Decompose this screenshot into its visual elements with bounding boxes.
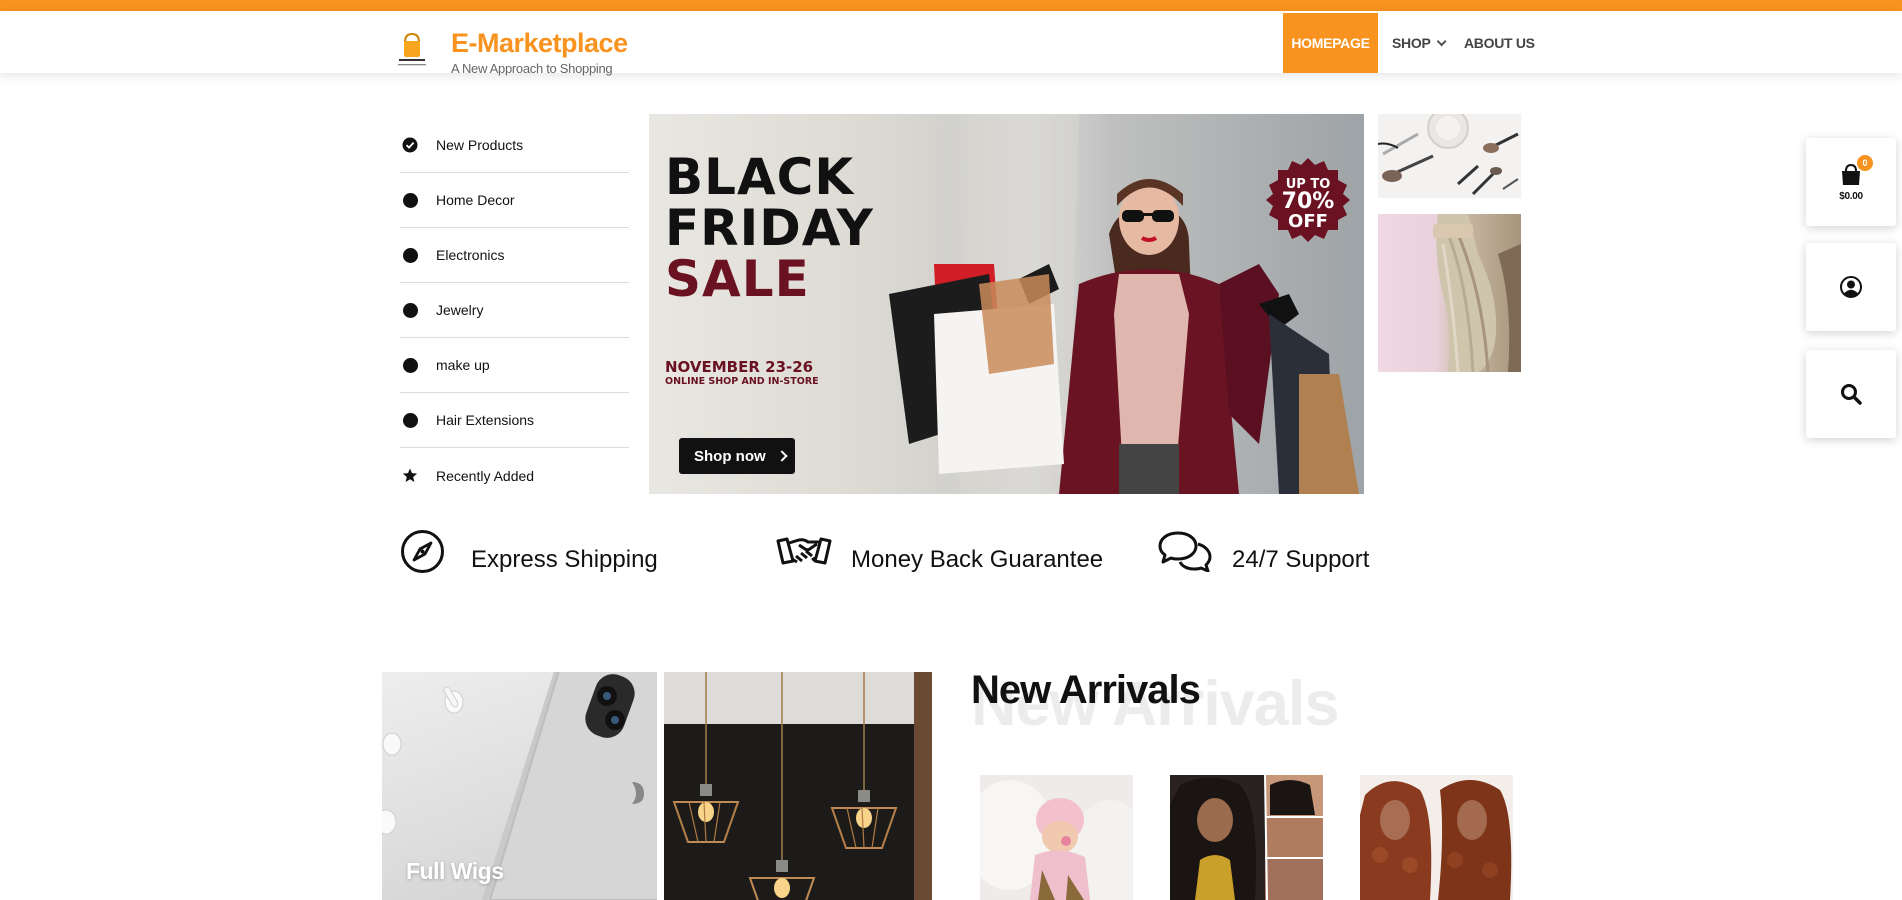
hero-date: NOVEMBER 23-26: [665, 358, 814, 376]
category-home-decor[interactable]: Home Decor: [400, 173, 629, 228]
floating-account-widget[interactable]: [1806, 243, 1896, 331]
product-card-doll[interactable]: [980, 775, 1133, 900]
hair-extension-image: [1433, 214, 1521, 372]
check-circle-icon: [402, 137, 418, 153]
top-accent-bar: [0, 0, 1902, 11]
feature-express-shipping: Express Shipping: [400, 528, 658, 574]
category-recently-added[interactable]: Recently Added: [400, 448, 629, 503]
dot-icon: [402, 247, 418, 263]
category-hair-extensions[interactable]: Hair Extensions: [400, 393, 629, 448]
cart-total: $0.00: [1839, 190, 1863, 202]
feature-label: Money Back Guarantee: [851, 546, 1104, 573]
nav-about-us[interactable]: ABOUT US: [1464, 13, 1535, 73]
brand-name[interactable]: E-Marketplace: [451, 28, 628, 59]
promo-title: Full Wigs: [406, 858, 504, 884]
doll-product-image: [980, 775, 1133, 900]
nav-shop-label: SHOP: [1392, 35, 1431, 51]
category-label: make up: [436, 357, 490, 373]
wig-product-image: [1170, 775, 1323, 900]
shop-now-button[interactable]: Shop now: [679, 438, 795, 474]
category-electronics[interactable]: Electronics: [400, 228, 629, 283]
nav-homepage-label: HOMEPAGE: [1291, 35, 1370, 51]
dot-icon: [402, 357, 418, 373]
side-banner-hair[interactable]: [1378, 214, 1521, 372]
product-card-wig-1[interactable]: [1170, 775, 1323, 900]
hero-line-black: BLACK: [665, 148, 855, 206]
hero-headline: BLACK FRIDAY SALE: [665, 152, 874, 305]
promo-tile-full-wigs[interactable]: Full Wigs: [382, 672, 657, 900]
new-arrivals-title: New Arrivals: [971, 668, 1201, 712]
promo-tile-lighting[interactable]: [664, 672, 932, 900]
feature-label: Express Shipping: [471, 546, 658, 573]
star-icon: [402, 468, 418, 484]
feature-money-back: Money Back Guarantee: [775, 528, 1103, 574]
nav-about-label: ABOUT US: [1464, 35, 1535, 51]
hero-line-friday: FRIDAY: [665, 199, 874, 257]
nav-shop[interactable]: SHOP: [1392, 13, 1448, 73]
category-list: New Products Home Decor Electronics Jewe…: [400, 118, 629, 503]
makeup-tools-image: [1378, 114, 1519, 196]
search-icon: [1841, 384, 1862, 405]
shop-now-label: Shop now: [694, 447, 766, 465]
category-new-products[interactable]: New Products: [400, 118, 629, 173]
product-card-wig-2[interactable]: [1360, 775, 1513, 900]
feature-label: 24/7 Support: [1232, 546, 1370, 573]
category-label: New Products: [436, 137, 524, 153]
user-icon: [1840, 276, 1862, 298]
brand-tagline: A New Approach to Shopping: [451, 61, 613, 76]
hero-subtitle: ONLINE SHOP AND IN-STORE: [665, 376, 819, 387]
dot-icon: [402, 302, 418, 318]
handshake-icon: [776, 537, 832, 565]
side-banner-makeup[interactable]: [1378, 114, 1521, 198]
curly-wig-product-image: [1360, 775, 1513, 900]
compass-icon: [401, 529, 444, 573]
category-make-up[interactable]: make up: [400, 338, 629, 393]
category-label: Home Decor: [436, 192, 515, 208]
category-label: Jewelry: [436, 302, 484, 318]
cart-count-badge: 0: [1857, 155, 1873, 171]
badge-line-off: OFF: [1288, 211, 1328, 232]
discount-badge: UP TO 70% OFF: [1266, 158, 1350, 242]
pendant-lamps-image: [664, 672, 932, 900]
dot-icon: [402, 412, 418, 428]
category-label: Electronics: [436, 247, 505, 263]
category-label: Hair Extensions: [436, 412, 535, 428]
category-label: Recently Added: [436, 467, 535, 484]
floating-search-widget[interactable]: [1806, 350, 1896, 438]
nav-homepage[interactable]: HOMEPAGE: [1283, 13, 1378, 73]
chevron-right-icon: [775, 450, 788, 462]
chat-bubbles-icon: [1158, 531, 1212, 572]
hero-banner[interactable]: BLACK FRIDAY SALE NOVEMBER 23-26 ONLINE …: [649, 114, 1364, 494]
shopping-bag-logo[interactable]: [395, 28, 429, 70]
category-jewelry[interactable]: Jewelry: [400, 283, 629, 338]
site-header: E-Marketplace A New Approach to Shopping: [0, 11, 1902, 76]
hero-line-sale: SALE: [665, 250, 810, 308]
floating-cart-widget[interactable]: 0 $0.00: [1806, 138, 1896, 226]
feature-support: 24/7 Support: [1158, 528, 1369, 574]
dot-icon: [402, 192, 418, 208]
